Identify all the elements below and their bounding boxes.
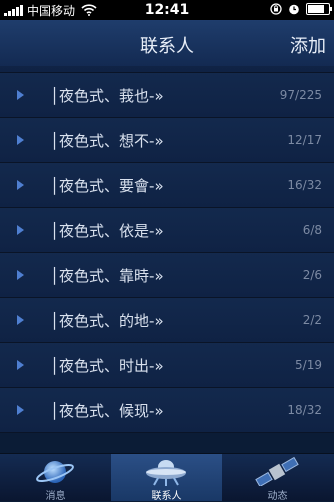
list-item[interactable]: │夜色式、时出-» 5/19	[0, 343, 334, 388]
group-name: │夜色式、的地-»	[50, 312, 164, 330]
group-name: │夜色式、要會-»	[50, 177, 164, 195]
online-count: 5/19	[295, 358, 322, 372]
online-count: 12/17	[287, 133, 322, 147]
list-item[interactable]: │夜色式、想不-» 12/17	[0, 118, 334, 163]
list-item[interactable]: │夜色式、要會-» 16/32	[0, 163, 334, 208]
expand-arrow-icon[interactable]	[17, 180, 24, 190]
list-item[interactable]: │夜色式、候现-» 18/32	[0, 388, 334, 433]
list-item[interactable]: │夜色式、在伱-»82/178	[0, 66, 334, 73]
list-item[interactable]: │夜色式、靠時-» 2/6	[0, 253, 334, 298]
satellite-icon	[255, 456, 299, 486]
expand-arrow-icon[interactable]	[17, 135, 24, 145]
tab-contacts[interactable]: 联系人	[111, 454, 222, 502]
status-bar: 中国移动 12:41	[0, 0, 334, 20]
expand-arrow-icon[interactable]	[17, 225, 24, 235]
alarm-clock-icon	[289, 4, 299, 15]
group-name: │夜色式、候现-»	[50, 402, 164, 420]
ufo-icon	[146, 460, 186, 486]
group-name: │夜色式、依是-»	[50, 222, 164, 240]
rotation-lock-icon	[270, 3, 282, 15]
tab-bar: 消息 联系人 动态	[0, 453, 334, 502]
page-title: 联系人	[140, 36, 194, 57]
online-count: 16/32	[287, 178, 322, 192]
add-button[interactable]: 添加	[290, 32, 326, 58]
group-name: │夜色式、想不-»	[50, 132, 164, 150]
expand-arrow-icon[interactable]	[17, 315, 24, 325]
planet-icon	[36, 461, 74, 483]
online-count: 2/6	[302, 268, 322, 282]
tab-feed[interactable]: 动态	[222, 454, 333, 502]
group-name: │夜色式、时出-»	[50, 357, 164, 375]
expand-arrow-icon[interactable]	[17, 405, 24, 415]
online-count: 6/8	[302, 223, 322, 237]
online-count: 97/225	[279, 88, 322, 102]
contact-group-list[interactable]: │夜色式、在伱-»82/178 │夜色式、莪也-» 97/225 │夜色式、想不-» 1…	[0, 66, 334, 453]
online-count: 18/32	[287, 403, 322, 417]
list-item[interactable]: │夜色式、莪也-» 97/225	[0, 73, 334, 118]
battery-icon	[306, 3, 332, 15]
group-name: │夜色式、靠時-»	[50, 267, 164, 285]
list-item[interactable]: │夜色式、的地-» 2/2	[0, 298, 334, 343]
list-item[interactable]: │夜色式、依是-» 6/8	[0, 208, 334, 253]
navigation-bar: 联系人 添加	[0, 20, 334, 67]
online-count: 2/2	[302, 313, 322, 327]
expand-arrow-icon[interactable]	[17, 90, 24, 100]
expand-arrow-icon[interactable]	[17, 270, 24, 280]
expand-arrow-icon[interactable]	[17, 360, 24, 370]
group-name: │夜色式、莪也-»	[50, 87, 164, 105]
tab-messages[interactable]: 消息	[0, 454, 111, 502]
